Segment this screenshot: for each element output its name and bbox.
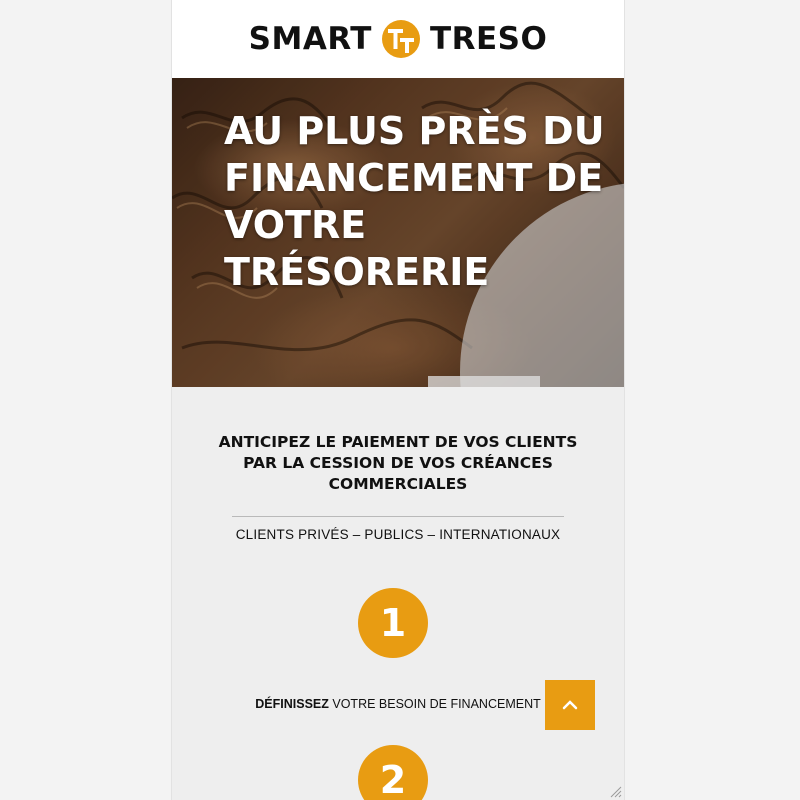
step-1-label-rest: VOTRE BESOIN DE FINANCEMENT (332, 697, 541, 711)
tt-monogram-icon (381, 20, 420, 58)
brand-logo[interactable]: SMART TRESO (172, 17, 624, 61)
scroll-to-top-button[interactable] (545, 680, 595, 730)
step-number-1: 1 (358, 588, 428, 658)
mobile-page: SMART TRESO AU PLUS PRÈS DU FINANCEMENT … (172, 0, 624, 800)
brand-name-right: TRESO (429, 21, 548, 57)
step-number-2: 2 (358, 745, 428, 800)
client-types-text: CLIENTS PRIVÉS – PUBLICS – INTERNATIONAU… (235, 527, 561, 542)
brand-name-left: SMART (248, 21, 372, 57)
hero-title: AU PLUS PRÈS DU FINANCEMENT DE VOTRE TRÉ… (224, 109, 605, 294)
section-tagline: ANTICIPEZ LE PAIEMENT DE VOS CLIENTS PAR… (218, 433, 578, 493)
chevron-up-icon (562, 700, 578, 710)
hero-banner: AU PLUS PRÈS DU FINANCEMENT DE VOTRE TRÉ… (172, 78, 624, 387)
resize-grip-icon[interactable] (608, 784, 622, 798)
step-1-label-bold: DÉFINISSEZ (255, 697, 329, 711)
hero-decorative-bar (428, 376, 540, 387)
site-header: SMART TRESO (172, 0, 624, 78)
section-divider (232, 516, 564, 517)
